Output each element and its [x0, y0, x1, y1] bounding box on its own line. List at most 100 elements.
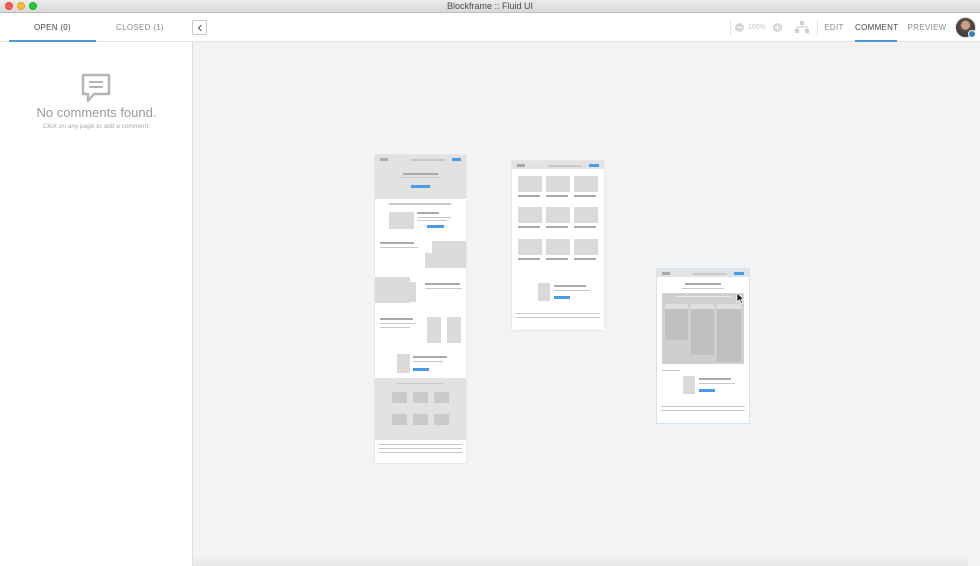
wireframe-image	[432, 241, 466, 268]
wireframe-card	[574, 176, 598, 192]
wireframe-text	[400, 177, 441, 178]
wireframe-card	[518, 207, 542, 223]
wireframe-card	[518, 176, 542, 192]
wireframe-caption	[546, 258, 568, 260]
wireframe-footer	[379, 452, 462, 453]
toolbar-divider	[817, 19, 818, 36]
wireframe-heading	[685, 283, 721, 285]
wireframe-image	[427, 317, 441, 343]
zoom-in-icon[interactable]	[773, 23, 782, 32]
wireframe-caption	[546, 226, 568, 228]
wireframe-caption	[518, 195, 540, 197]
wireframe-heading	[403, 173, 438, 175]
page-thumbnail-home[interactable]	[375, 155, 466, 463]
wireframe-card	[392, 414, 407, 425]
wireframe-text	[413, 361, 443, 362]
wireframe-card	[413, 414, 428, 425]
wireframe-text	[699, 383, 735, 384]
wireframe-nav-button	[452, 158, 461, 161]
wireframe-text	[380, 323, 416, 324]
window-titlebar: Blockframe :: Fluid UI	[0, 0, 980, 13]
wireframe-caption	[518, 226, 540, 228]
wireframe-caption	[574, 258, 596, 260]
wireframe-image	[389, 212, 414, 229]
wireframe-card	[574, 239, 598, 255]
empty-state-subtitle: Click on any page to add a comment.	[42, 123, 151, 130]
wireframe-heading	[413, 356, 447, 358]
wireframe-card	[392, 392, 407, 403]
wireframe-card	[546, 207, 570, 223]
mode-comment-button[interactable]: COMMENT	[855, 13, 898, 42]
wireframe-text	[397, 383, 443, 384]
wireframe-text	[380, 327, 410, 328]
wireframe-text	[675, 296, 731, 297]
wireframe-heading	[425, 283, 460, 285]
comment-bubble-icon	[81, 73, 111, 103]
wireframe-image	[397, 354, 410, 373]
chevron-left-icon	[197, 24, 202, 32]
window-title: Blockframe :: Fluid UI	[446, 1, 534, 11]
wireframe-card	[546, 176, 570, 192]
toolbar-divider	[730, 19, 731, 36]
wireframe-image	[407, 282, 416, 302]
sitemap-icon[interactable]	[795, 21, 809, 34]
wireframe-text	[554, 290, 590, 291]
wireframe-cta	[411, 185, 430, 188]
wireframe-footer	[516, 313, 600, 314]
zoom-out-icon[interactable]	[735, 23, 744, 32]
empty-state-title: No comments found.	[36, 105, 157, 120]
comments-sidebar: No comments found. Click on any page to …	[0, 42, 193, 566]
wireframe-heading	[417, 212, 439, 214]
wireframe-caption	[546, 195, 568, 197]
wireframe-column-header	[665, 304, 688, 309]
wireframe-button	[554, 296, 570, 299]
wireframe-footer	[379, 444, 462, 445]
wireframe-text	[380, 247, 418, 248]
wireframe-footer	[661, 410, 745, 411]
mode-edit-button[interactable]: EDIT	[822, 13, 846, 42]
wireframe-tabs	[389, 203, 451, 205]
tab-open-comments[interactable]: OPEN (0)	[9, 13, 96, 42]
wireframe-column	[691, 304, 714, 355]
wireframe-column	[665, 304, 688, 340]
wireframe-card	[546, 239, 570, 255]
wireframe-image	[447, 317, 461, 343]
wireframe-card	[574, 207, 598, 223]
wireframe-logo	[380, 158, 388, 161]
app-toolbar: OPEN (0) CLOSED (1) 100% EDIT COMMENT PR…	[0, 13, 980, 42]
wireframe-text	[417, 220, 447, 221]
wireframe-nav-button	[589, 164, 599, 167]
tab-closed-comments[interactable]: CLOSED (1)	[96, 13, 184, 42]
wireframe-card	[434, 414, 449, 425]
wireframe-footer	[516, 317, 600, 318]
wireframe-text	[425, 288, 462, 289]
wireframe-button	[699, 389, 715, 392]
wireframe-image	[375, 277, 410, 303]
avatar-status-badge	[968, 30, 976, 38]
wireframe-footer	[661, 406, 745, 407]
wireframe-card	[518, 239, 542, 255]
wireframe-heading	[554, 285, 586, 287]
wireframe-image	[538, 283, 550, 301]
wireframe-caption	[574, 226, 596, 228]
collapse-sidebar-button[interactable]	[192, 20, 207, 35]
wireframe-column	[717, 304, 741, 362]
wireframe-caption	[574, 195, 596, 197]
wireframe-footer	[379, 448, 462, 449]
mouse-cursor-icon	[736, 292, 745, 305]
horizontal-scrollbar[interactable]	[193, 556, 968, 566]
wireframe-card	[413, 392, 428, 403]
page-thumbnail-listing[interactable]	[512, 161, 604, 330]
wireframe-button	[427, 225, 444, 228]
wireframe-text	[662, 370, 680, 371]
wireframe-logo	[662, 272, 670, 275]
wireframe-image	[425, 253, 434, 268]
mode-preview-button[interactable]: PREVIEW	[907, 13, 947, 42]
wireframe-button	[413, 368, 429, 371]
wireframe-text	[682, 288, 724, 289]
wireframe-nav-button	[734, 272, 744, 275]
wireframe-column-header	[691, 304, 714, 309]
wireframe-image	[683, 376, 695, 394]
wireframe-text	[417, 217, 451, 218]
wireframe-caption	[518, 258, 540, 260]
